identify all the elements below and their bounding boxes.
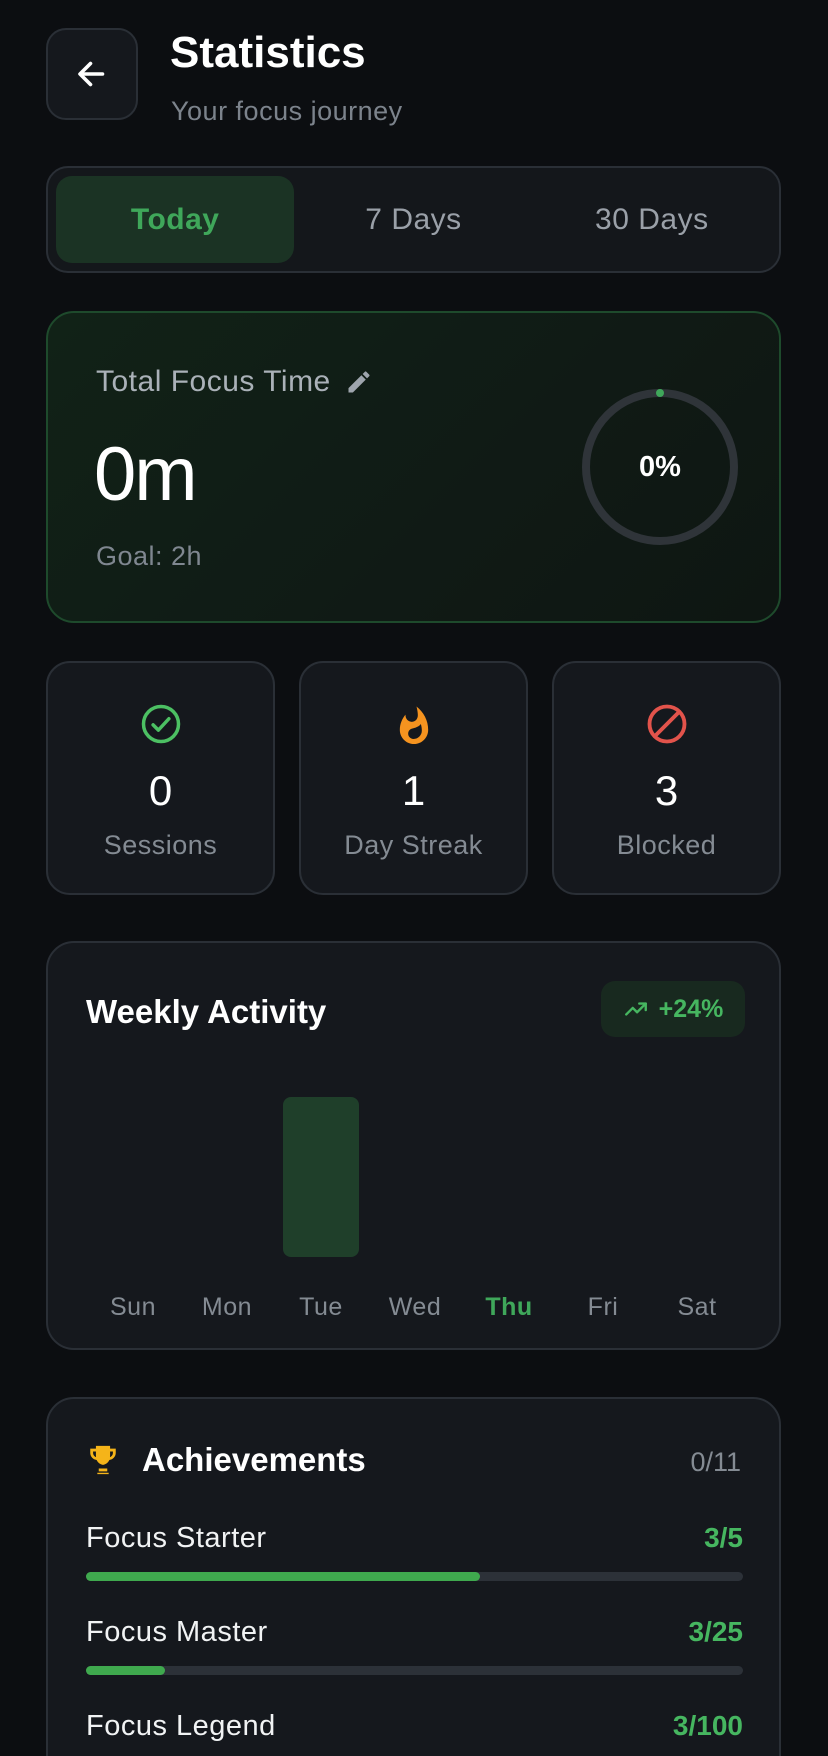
day-label-wed: Wed bbox=[388, 1293, 442, 1321]
blocked-value: 3 bbox=[654, 767, 679, 814]
stat-card-sessions: 0 Sessions bbox=[46, 661, 275, 895]
achievement-progress-text: 3/25 bbox=[688, 1616, 744, 1647]
achievement-progress-bar bbox=[86, 1572, 743, 1581]
day-label-sat: Sat bbox=[677, 1293, 717, 1321]
stat-card-blocked: 3 Blocked bbox=[552, 661, 781, 895]
achievement-name: Focus Master bbox=[86, 1616, 268, 1648]
sessions-label: Sessions bbox=[103, 830, 218, 860]
focus-label-row: Total Focus Time bbox=[96, 365, 373, 399]
page-subtitle: Your focus journey bbox=[171, 96, 403, 126]
statistics-screen: Statistics Your focus journey Today 7 Da… bbox=[0, 0, 828, 1756]
achievement-item[interactable]: Focus Legend 3/100 bbox=[86, 1710, 743, 1743]
back-button[interactable] bbox=[46, 28, 138, 120]
achievements-title: Achievements bbox=[142, 1441, 366, 1478]
achievement-item[interactable]: Focus Starter 3/5 bbox=[86, 1522, 743, 1581]
achievements-header: Achievements bbox=[86, 1441, 366, 1479]
bar-tue bbox=[283, 1097, 359, 1257]
achievement-progress-text: 3/5 bbox=[704, 1522, 743, 1553]
day-label-mon: Mon bbox=[201, 1293, 253, 1321]
sessions-value: 0 bbox=[148, 767, 173, 814]
achievement-name: Focus Starter bbox=[86, 1522, 267, 1554]
blocked-label: Blocked bbox=[616, 830, 717, 860]
focus-time-value: 0m bbox=[94, 432, 198, 517]
achievement-progress-fill bbox=[86, 1666, 165, 1675]
achievement-progress-text: 3/100 bbox=[672, 1710, 743, 1741]
tab-7-days[interactable]: 7 Days bbox=[294, 176, 532, 263]
fire-icon bbox=[399, 706, 428, 744]
page-title: Statistics bbox=[170, 28, 366, 77]
achievement-item[interactable]: Focus Master 3/25 bbox=[86, 1616, 744, 1675]
pencil-icon[interactable] bbox=[345, 368, 373, 396]
tab-30-days[interactable]: 30 Days bbox=[533, 176, 771, 263]
day-label-tue: Tue bbox=[299, 1293, 343, 1321]
achievements-count: 0/11 bbox=[690, 1447, 741, 1477]
check-circle-icon bbox=[141, 704, 180, 744]
stat-card-streak: 1 Day Streak bbox=[299, 661, 528, 895]
period-tabs: Today 7 Days 30 Days bbox=[46, 166, 781, 273]
achievement-name: Focus Legend bbox=[86, 1710, 276, 1742]
weekly-activity-card: Weekly Activity +24% Sun Mon Tue Wed Thu Fri S… bbox=[46, 941, 781, 1350]
arrow-left-icon bbox=[78, 61, 105, 87]
achievement-progress-bar bbox=[86, 1666, 743, 1675]
tab-today[interactable]: Today bbox=[56, 176, 295, 263]
achievements-card: Achievements 0/11 Focus Starter 3/5 Focu… bbox=[46, 1397, 781, 1756]
trophy-icon bbox=[90, 1445, 116, 1475]
day-label-sun: Sun bbox=[110, 1293, 156, 1321]
block-icon bbox=[647, 704, 686, 744]
streak-value: 1 bbox=[401, 767, 426, 814]
focus-label: Total Focus Time bbox=[96, 365, 331, 398]
focus-goal: Goal: 2h bbox=[96, 541, 203, 571]
total-focus-card: Total Focus Time 0m Goal: 2h 0% bbox=[46, 311, 781, 623]
weekly-bar-chart: Sun Mon Tue Wed Thu Fri Sat bbox=[48, 943, 783, 1352]
day-label-fri: Fri bbox=[587, 1293, 619, 1321]
focus-percent: 0% bbox=[639, 450, 681, 483]
streak-label: Day Streak bbox=[344, 830, 483, 860]
achievement-progress-fill bbox=[86, 1572, 481, 1581]
day-label-thu: Thu bbox=[485, 1293, 533, 1321]
